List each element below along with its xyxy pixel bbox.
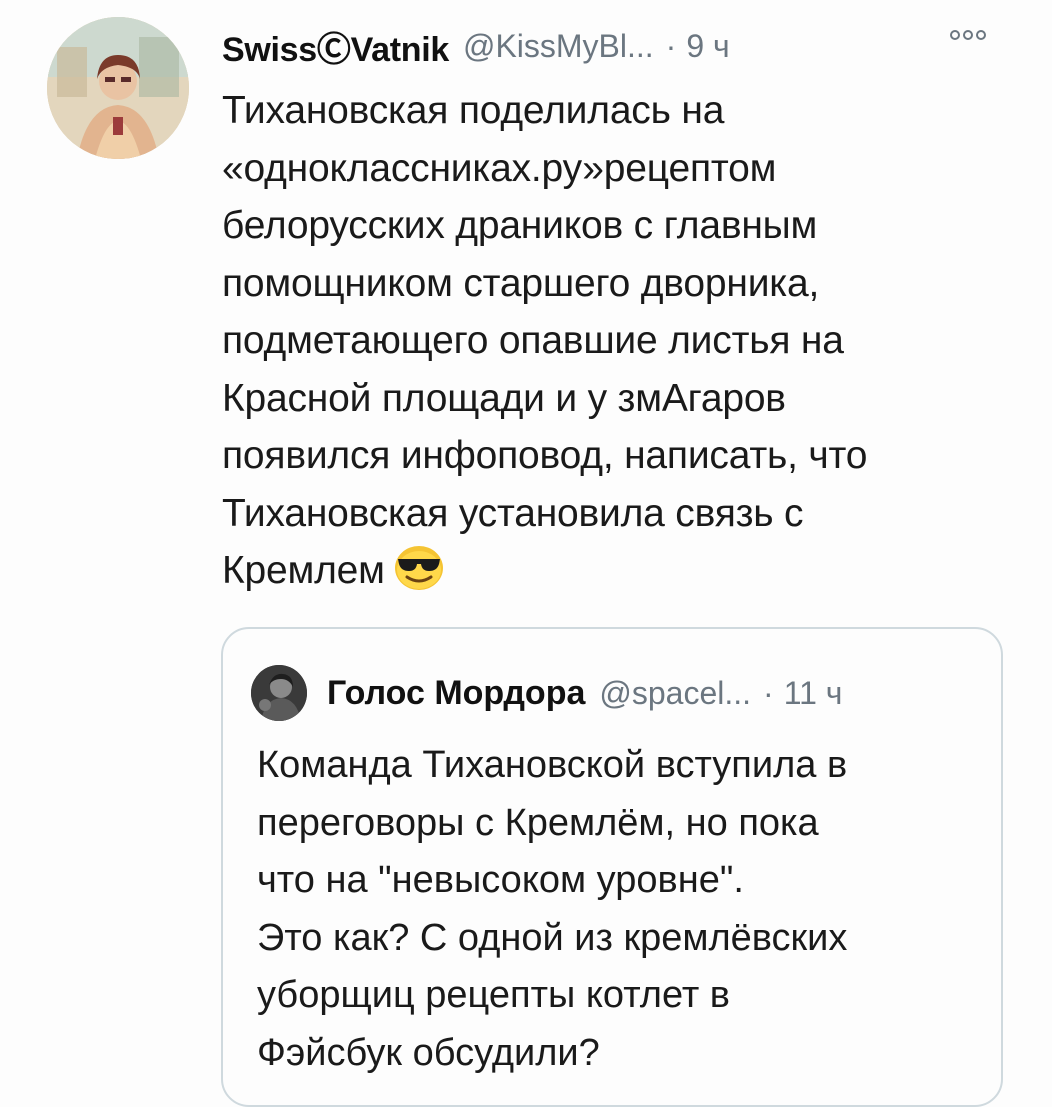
quoted-user-handle[interactable]: @spacel... (599, 675, 751, 712)
quoted-avatar-image (251, 665, 307, 721)
tweet-timestamp[interactable]: 9 ч (686, 28, 729, 65)
separator-dot: · (665, 27, 677, 64)
user-handle[interactable]: @KissMyBl... (463, 28, 654, 65)
quoted-tweet[interactable]: Голос Мордора @spacel... · 11 ч Команда … (221, 627, 1003, 1107)
more-dot (963, 30, 973, 40)
smiling-face-with-sunglasses-icon (393, 545, 445, 608)
user-avatar[interactable] (47, 17, 189, 159)
more-dot (950, 30, 960, 40)
more-options-icon[interactable] (950, 30, 986, 40)
quoted-separator-dot: · (763, 674, 774, 711)
quoted-header: Голос Мордора @spacel... · 11 ч (327, 669, 842, 717)
tweet-body: Тихановская поделилась на «одноклассника… (222, 89, 868, 592)
more-dot (976, 30, 986, 40)
avatar-image (47, 17, 189, 159)
tweet: SwissⒸVatnik @KissMyBl... · 9 ч Тихановс… (0, 0, 1052, 1107)
quoted-tweet-text: Команда Тихановской вступила в переговор… (257, 744, 848, 1074)
display-name[interactable]: SwissⒸVatnik (222, 22, 449, 71)
tweet-header: SwissⒸVatnik @KissMyBl... · 9 ч (222, 22, 730, 70)
tweet-text: Тихановская поделилась на «одноклассника… (222, 82, 1022, 608)
quoted-display-name[interactable]: Голос Мордора (327, 674, 585, 713)
quoted-timestamp[interactable]: 11 ч (784, 675, 843, 712)
quoted-user-avatar[interactable] (251, 665, 307, 721)
